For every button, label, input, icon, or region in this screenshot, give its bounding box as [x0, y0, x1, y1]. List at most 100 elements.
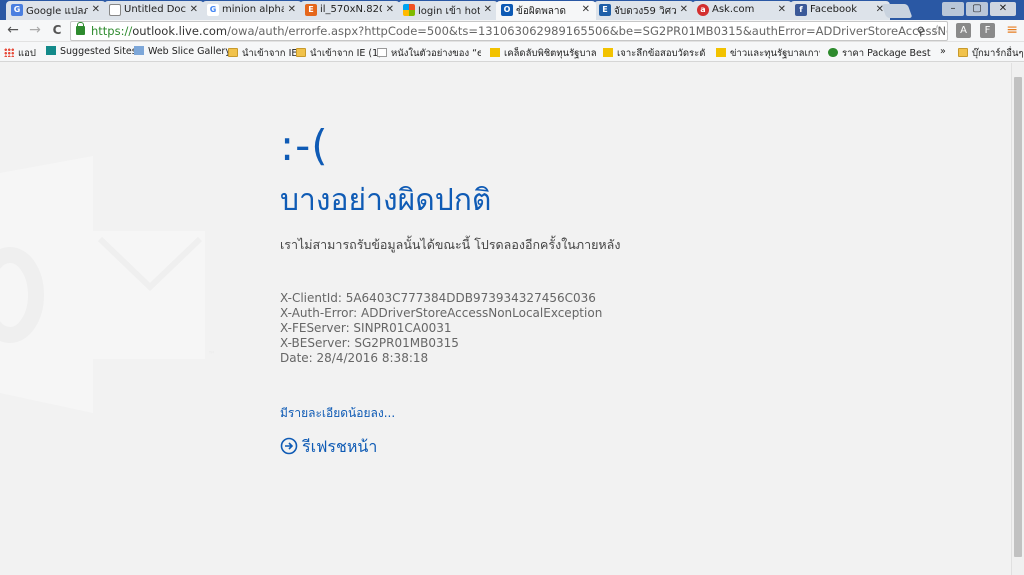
tab-strip: G Google แปลภาษา ✕ Untitled Document ✕ G… — [0, 0, 1024, 20]
bookmark-label: หนังในตัวอย่างของ “essa — [391, 48, 481, 59]
tab-title: minion alphabet — [222, 4, 284, 15]
close-tab-icon[interactable]: ✕ — [288, 4, 296, 15]
arrow-right-circle-icon — [280, 437, 298, 455]
scrollbar-thumb[interactable] — [1014, 77, 1022, 557]
bookmark-icon — [490, 48, 500, 57]
tab-title: login เข้า hotmail — [418, 6, 480, 17]
bookmark-label: นำเข้าจาก IE — [242, 48, 298, 59]
tab-title: Ask.com — [712, 4, 755, 15]
address-bar[interactable]: https://outlook.live.com/owa/auth/errorf… — [70, 21, 948, 41]
new-tab-button[interactable] — [881, 4, 913, 18]
date-line: Date: 28/4/2016 8:38:18 — [280, 351, 429, 365]
bookmark-label: บุ๊กมาร์กอื่นๆ — [972, 48, 1024, 59]
tab-entrance[interactable]: E จับดวง59 วิศวฯ ✕ — [594, 1, 694, 20]
minimize-button[interactable]: – — [942, 2, 964, 16]
url-path: /owa/auth/errorfe.aspx?httpCode=500&ts=1… — [227, 24, 948, 38]
bookmark-label: แอป — [18, 48, 36, 59]
refresh-label: รีเฟรชหน้า — [302, 437, 378, 456]
google-icon: G — [207, 4, 219, 16]
tab-login-hotmail[interactable]: login เข้า hotmail ✕ — [398, 1, 498, 20]
ask-icon: a — [697, 4, 709, 16]
close-tab-icon[interactable]: ✕ — [680, 4, 688, 15]
url-host: outlook.live.com — [132, 24, 228, 38]
refresh-page-link[interactable]: รีเฟรชหน้า — [280, 435, 377, 460]
close-tab-icon[interactable]: ✕ — [92, 4, 100, 15]
bookmark-scholarship-tips[interactable]: เคล็ดลับพิชิตทุนรัฐบาลเกาห — [490, 46, 596, 61]
tab-outlook-error[interactable]: O ข้อผิดพลาด ✕ — [496, 1, 596, 20]
bookmark-folder-ie-1[interactable]: นำเข้าจาก IE (1) — [296, 46, 382, 61]
fewer-details-link[interactable]: มีรายละเอียดน้อยลง... — [280, 404, 395, 423]
close-window-button[interactable]: ✕ — [990, 2, 1016, 16]
diagnostic-info: X-ClientId: 5A6403C777384DDB973934327456… — [280, 291, 602, 366]
bookmark-label: Suggested Sites — [60, 46, 137, 57]
url-scheme: https:// — [91, 24, 133, 38]
error-message: เราไม่สามารถรับข้อมูลนั้นได้ขณะนี้ โปรดล… — [280, 237, 621, 252]
outlook-icon: O — [501, 4, 513, 16]
tab-title: ข้อผิดพลาด — [516, 6, 567, 17]
web-slice-icon — [134, 46, 144, 55]
tab-title: Facebook — [810, 4, 857, 15]
bookmark-label: นำเข้าจาก IE (1) — [310, 48, 382, 59]
bookmarks-overflow-button[interactable]: » — [940, 46, 946, 57]
vertical-scrollbar[interactable] — [1011, 63, 1024, 575]
tab-minion-alphabet[interactable]: G minion alphabet ✕ — [202, 1, 302, 20]
etsy-icon: E — [305, 4, 317, 16]
tab-untitled-document[interactable]: Untitled Document ✕ — [104, 1, 204, 20]
microsoft-icon — [403, 4, 415, 16]
svg-text:™: ™ — [208, 350, 216, 359]
apps-icon — [4, 48, 14, 57]
bookmark-suggested-sites[interactable]: Suggested Sites — [46, 46, 137, 57]
bookmark-exam-guide[interactable]: เจาะลึกข้อสอบวัดระดับภาษ — [603, 46, 705, 61]
menu-icon[interactable]: ≡ — [1006, 22, 1018, 38]
tab-title: จับดวง59 วิศวฯ — [614, 6, 676, 17]
close-tab-icon[interactable]: ✕ — [778, 4, 786, 15]
maximize-button[interactable]: ▢ — [966, 2, 988, 16]
tab-facebook[interactable]: f Facebook ✕ — [790, 1, 890, 20]
bookmark-scholarship-news[interactable]: ข่าวและทุนรัฐบาลเกาหลีใ — [716, 46, 820, 61]
browser-toolbar: ← → C https://outlook.live.com/owa/auth/… — [0, 20, 1024, 42]
bookmark-label: ราคา Package Best Frie — [842, 48, 932, 59]
document-icon — [109, 4, 121, 16]
be-server-line: X-BEServer: SG2PR01MB0315 — [280, 336, 459, 350]
close-tab-icon[interactable]: ✕ — [386, 4, 394, 15]
facebook-icon: f — [795, 4, 807, 16]
lock-icon — [76, 22, 85, 35]
bookmarks-bar: แอป Suggested Sites Web Slice Gallery นำ… — [0, 42, 1024, 62]
bookmark-icon — [603, 48, 613, 57]
forward-button[interactable]: → — [26, 22, 44, 38]
folder-icon — [228, 48, 238, 57]
sad-emoticon: :-( — [280, 121, 329, 170]
bookmark-essay[interactable]: หนังในตัวอย่างของ “essa — [377, 46, 481, 61]
client-id-line: X-ClientId: 5A6403C777384DDB973934327456… — [280, 291, 596, 305]
bookmark-other-folder[interactable]: บุ๊กมาร์กอื่นๆ — [958, 46, 1024, 61]
bookmark-web-slice-gallery[interactable]: Web Slice Gallery — [134, 46, 231, 57]
bookmark-apps[interactable]: แอป — [4, 46, 36, 61]
window-controls: – ▢ ✕ — [942, 2, 1016, 16]
bookmark-star-icon[interactable]: ☆ — [931, 22, 943, 40]
search-icon[interactable]: ⚲ — [917, 22, 925, 40]
page-icon — [377, 48, 387, 57]
outlook-watermark-logo: ™ — [0, 156, 216, 413]
google-translate-icon: G — [11, 4, 23, 16]
tab-google-translate[interactable]: G Google แปลภาษา ✕ — [6, 1, 106, 20]
bookmark-label: เคล็ดลับพิชิตทุนรัฐบาลเกาห — [504, 48, 596, 59]
tab-ask[interactable]: a Ask.com ✕ — [692, 1, 792, 20]
tab-title: Untitled Document — [124, 4, 186, 15]
tab-title: Google แปลภาษา — [26, 6, 88, 17]
bookmark-package-price[interactable]: ราคา Package Best Frie — [828, 46, 932, 61]
close-tab-icon[interactable]: ✕ — [190, 4, 198, 15]
extension-f-button[interactable]: F — [980, 23, 995, 38]
error-heading: บางอย่างผิดปกติ — [280, 183, 492, 218]
back-button[interactable]: ← — [4, 22, 22, 38]
close-tab-icon[interactable]: ✕ — [484, 4, 492, 15]
extension-a-button[interactable]: A — [956, 23, 971, 38]
bookmark-label: เจาะลึกข้อสอบวัดระดับภาษ — [617, 48, 705, 59]
e-icon — [828, 48, 838, 57]
bookmark-label: Web Slice Gallery — [148, 46, 231, 57]
auth-error-line: X-Auth-Error: ADDriverStoreAccessNonLoca… — [280, 306, 603, 320]
reload-button[interactable]: C — [48, 23, 66, 37]
bookmark-folder-ie[interactable]: นำเข้าจาก IE — [228, 46, 297, 61]
close-tab-icon[interactable]: ✕ — [582, 4, 590, 15]
tab-etsy-image[interactable]: E il_570xN.8203 ✕ — [300, 1, 400, 20]
tab-title: il_570xN.8203 — [320, 4, 382, 15]
